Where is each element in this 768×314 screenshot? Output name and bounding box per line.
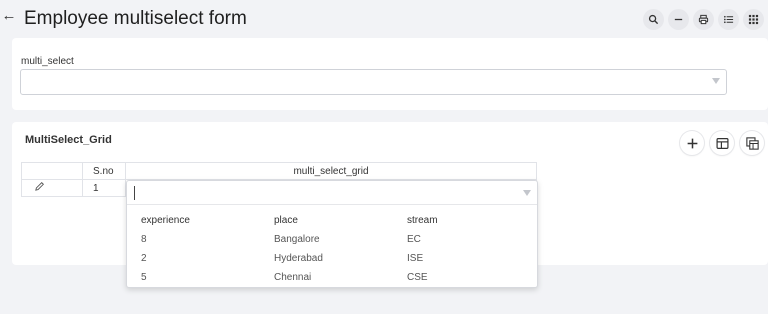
list-view-button[interactable] (718, 9, 739, 30)
multi-select-field[interactable] (20, 69, 727, 95)
experience-header: experience (141, 215, 190, 226)
place-header: place (274, 215, 298, 226)
option-stream: EC (407, 234, 421, 245)
option-place: Hyderabad (274, 253, 323, 264)
option-stream: ISE (407, 253, 424, 264)
pencil-icon[interactable] (34, 181, 45, 195)
sno-column-header: S.no (82, 162, 126, 180)
option-experience: 2 (141, 253, 147, 264)
table-header-row: S.no multi_select_grid (21, 162, 537, 180)
minimize-button[interactable] (668, 9, 689, 30)
stream-header: stream (407, 215, 438, 226)
page-header: ← Employee multiselect form (0, 0, 768, 36)
search-button[interactable] (643, 9, 664, 30)
back-arrow-icon[interactable]: ← (1, 6, 17, 26)
grid-title: MultiSelect_Grid (25, 134, 112, 146)
dropdown-option[interactable]: 2 Hyderabad ISE (141, 249, 507, 268)
dropdown-header-row: experience place stream (141, 211, 507, 230)
option-place: Chennai (274, 272, 312, 283)
table-icon (715, 137, 729, 149)
stacked-table-icon (745, 136, 759, 150)
page-title: Employee multiselect form (24, 8, 247, 29)
multi-select-grid-column-header: multi_select_grid (125, 162, 537, 180)
chevron-down-icon[interactable] (712, 78, 720, 84)
form-card: multi_select (12, 38, 768, 110)
multi-select-dropdown: experience place stream 8 Bangalore EC 2… (126, 180, 538, 288)
edit-cell[interactable] (21, 179, 83, 197)
dropdown-option[interactable]: 8 Bangalore EC (141, 230, 507, 249)
sno-cell: 1 (82, 179, 126, 197)
list-icon (724, 15, 734, 24)
apps-button[interactable] (743, 9, 764, 30)
option-experience: 8 (141, 234, 147, 245)
dropdown-search-input[interactable] (127, 181, 537, 205)
chevron-down-icon[interactable] (523, 190, 531, 196)
add-row-button[interactable] (680, 131, 704, 155)
option-place: Bangalore (274, 234, 320, 245)
plus-icon (687, 138, 697, 148)
minus-icon (674, 18, 683, 21)
print-icon (698, 14, 709, 25)
option-experience: 5 (141, 272, 147, 283)
text-cursor (134, 186, 135, 200)
header-toolbar (643, 9, 764, 30)
dropdown-option[interactable]: 5 Chennai CSE (141, 268, 507, 287)
multi-table-button[interactable] (740, 131, 764, 155)
search-icon (648, 14, 659, 25)
grid-icon (748, 14, 759, 25)
multi-select-label: multi_select (21, 56, 74, 67)
option-stream: CSE (407, 272, 428, 283)
edit-column-header (21, 162, 83, 180)
dropdown-options-table: experience place stream 8 Bangalore EC 2… (141, 211, 507, 287)
print-button[interactable] (693, 9, 714, 30)
grid-toolbar (680, 131, 764, 155)
table-view-button[interactable] (710, 131, 734, 155)
